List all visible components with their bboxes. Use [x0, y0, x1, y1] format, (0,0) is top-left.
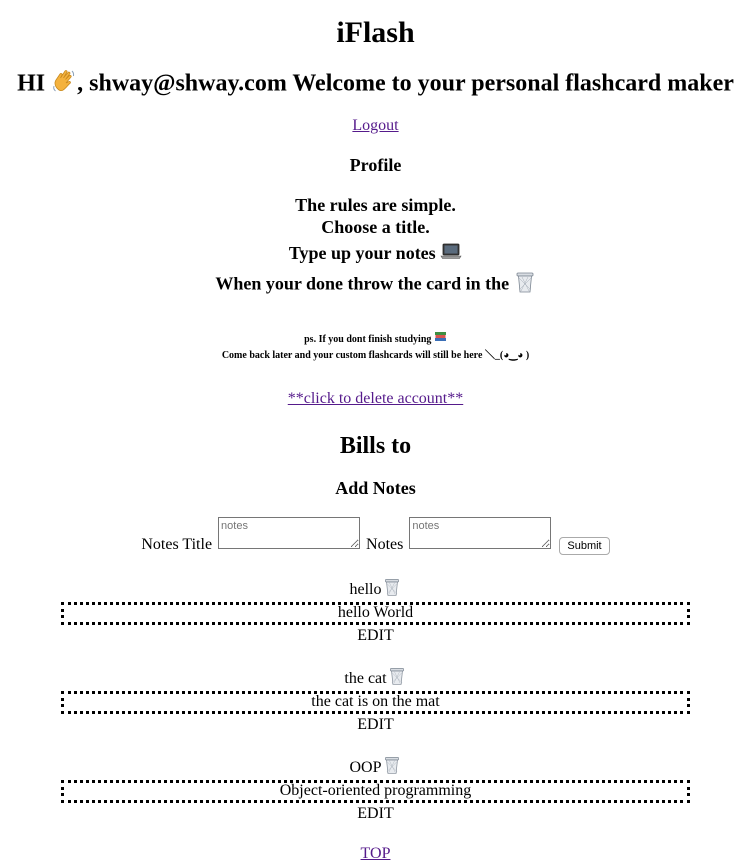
card-edit-button[interactable]: EDIT: [0, 626, 751, 646]
card-title: the cat: [344, 670, 387, 688]
flashcard: OOP Object-oriented programming EDIT: [0, 755, 751, 824]
deck-title: Bills to: [339, 433, 412, 460]
ps-line-1: ps. If you dont finish studying: [0, 331, 751, 348]
trash-can-icon: [514, 270, 536, 301]
card-header: OOP: [0, 755, 751, 778]
profile-heading: Profile: [349, 155, 402, 175]
flashcard: hello hello World EDIT: [0, 577, 751, 646]
rules-block: The rules are simple. Choose a title. Ty…: [0, 194, 751, 301]
top-link[interactable]: TOP: [361, 845, 391, 862]
laptop-icon: [440, 241, 462, 268]
greeting-heading: HI , shway@shway.com Welcome to your per…: [0, 68, 751, 102]
add-notes-heading: Add Notes: [335, 478, 416, 499]
card-list: hello hello World EDIT the cat the cat i…: [0, 577, 751, 824]
delete-account-link[interactable]: **click to delete account**: [288, 390, 463, 407]
page: iFlash HI , shway@shway.com Welcome to y…: [0, 0, 751, 864]
books-icon: [434, 331, 447, 348]
trash-can-icon[interactable]: [382, 577, 402, 597]
card-edit-button[interactable]: EDIT: [0, 804, 751, 824]
card-body[interactable]: Object-oriented programming: [61, 780, 690, 804]
ps-line-1-text: ps. If you dont finish studying: [304, 334, 432, 346]
notes-title-input[interactable]: [218, 517, 361, 550]
rule-line-3: Type up your notes: [0, 240, 751, 268]
card-edit-button[interactable]: EDIT: [0, 715, 751, 735]
rule-line-4: When your done throw the card in the: [0, 270, 751, 301]
ps-note: ps. If you dont finish studying Come bac…: [0, 331, 751, 364]
app-title: iFlash: [336, 16, 415, 49]
rule-line-4-text: When your done throw the card in the: [215, 274, 510, 294]
rule-line-2: Choose a title.: [321, 217, 430, 237]
flashcard: the cat the cat is on the mat EDIT: [0, 666, 751, 735]
logout-link[interactable]: Logout: [352, 117, 398, 134]
waving-hand-icon: [51, 68, 77, 102]
greeting-text: , shway@shway.com Welcome to your person…: [77, 70, 734, 97]
notes-input[interactable]: [409, 517, 552, 550]
rule-line-1: The rules are simple.: [295, 195, 456, 215]
rule-line-3-text: Type up your notes: [288, 243, 436, 263]
card-title: hello: [349, 581, 382, 599]
card-title: OOP: [349, 759, 382, 777]
add-notes-form: Notes Title Notes Submit: [0, 517, 751, 556]
trash-can-icon[interactable]: [382, 755, 402, 775]
card-body[interactable]: hello World: [61, 602, 690, 626]
submit-button[interactable]: Submit: [559, 537, 610, 556]
notes-title-label: Notes Title: [141, 536, 213, 554]
card-header: the cat: [0, 666, 751, 689]
ps-line-2: Come back later and your custom flashcar…: [221, 350, 530, 362]
card-header: hello: [0, 577, 751, 600]
notes-label: Notes: [366, 536, 404, 554]
card-body[interactable]: the cat is on the mat: [61, 691, 690, 715]
trash-can-icon[interactable]: [387, 666, 407, 686]
greeting-prefix: HI: [17, 70, 52, 97]
